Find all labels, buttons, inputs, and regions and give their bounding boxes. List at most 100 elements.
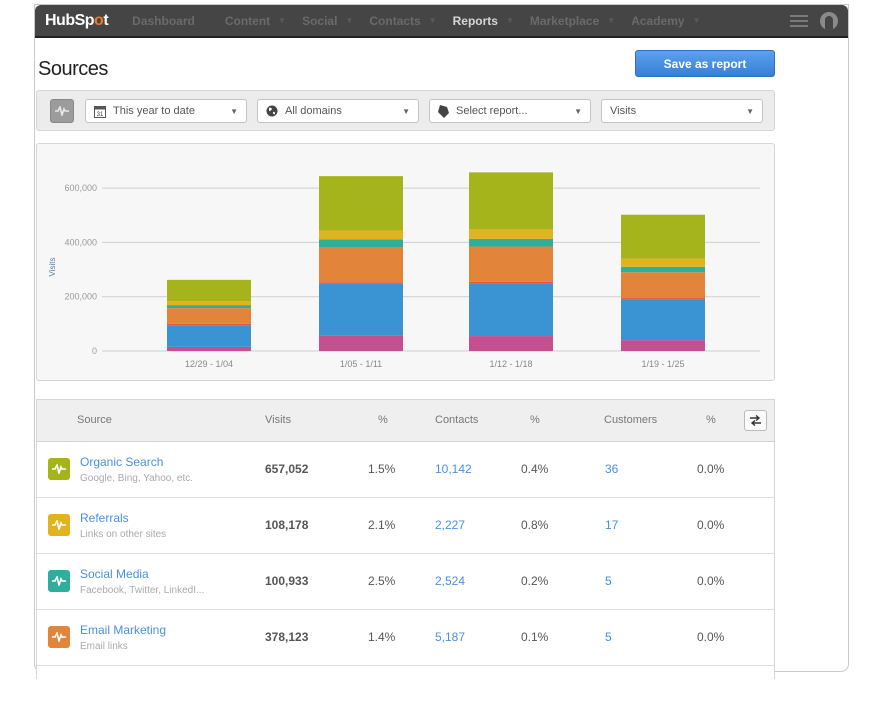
report-value: Select report... — [456, 105, 528, 117]
bar-segment-other — [319, 335, 403, 351]
svg-text:31: 31 — [97, 112, 104, 118]
table-row: Social Media Facebook, Twitter, LinkedI.… — [37, 554, 774, 610]
x-tick-label: 1/19 - 1/25 — [641, 359, 684, 369]
nav-item-label: Content — [224, 13, 271, 28]
cell-customers[interactable]: 5 — [605, 630, 612, 644]
nav-item-content[interactable]: Content ▼ — [225, 14, 292, 28]
header-source[interactable]: Source — [77, 414, 112, 426]
header-contacts[interactable]: Contacts — [435, 414, 478, 426]
hubspot-logo[interactable]: HubSpot — [45, 12, 109, 30]
swap-columns-button[interactable] — [744, 410, 767, 431]
cell-contacts[interactable]: 10,142 — [435, 462, 472, 476]
nav-item-reports[interactable]: Reports ▼ — [453, 14, 520, 28]
save-as-report-button[interactable]: Save as report — [635, 50, 775, 77]
header-customers[interactable]: Customers — [604, 414, 657, 426]
bar-segment-organic-search — [469, 172, 553, 230]
bar-segment-social-media — [319, 239, 403, 248]
chart-toggle-button[interactable] — [50, 99, 74, 123]
hamburger-icon[interactable] — [790, 14, 808, 27]
nav-item-label: Reports — [452, 13, 498, 28]
pulse-icon — [52, 464, 66, 474]
source-name-link[interactable]: Organic Search — [80, 455, 163, 469]
header-visits[interactable]: Visits — [265, 414, 291, 426]
bar-segment-social-media — [167, 305, 251, 309]
stacked-bar-chart: 0 200,000 400,000 600,000 Visits 12/29 - 1/04… — [36, 143, 775, 381]
cell-visits-pct: 2.1% — [368, 518, 396, 532]
bar-segment-email-marketing — [319, 247, 403, 283]
cell-visits: 100,933 — [265, 574, 309, 588]
metric-select[interactable]: Visits ▼ — [601, 99, 763, 123]
source-description: Links on other sites — [80, 529, 167, 540]
domains-value: All domains — [285, 105, 342, 117]
cell-contacts-pct: 0.4% — [521, 462, 549, 476]
cell-visits-pct: 1.5% — [368, 462, 396, 476]
bar-segment-email-marketing — [167, 308, 251, 324]
bar-segment-direct-traffic — [469, 283, 553, 337]
bar-segment-organic-search — [621, 214, 705, 259]
source-name-link[interactable]: Social Media — [80, 567, 149, 581]
chevron-down-icon: ▼ — [402, 106, 410, 116]
chevron-down-icon: ▼ — [692, 16, 701, 25]
cell-customers-pct: 0.0% — [697, 518, 725, 532]
bar-segment-paid-search — [319, 282, 403, 284]
bar-segment-referrals — [319, 230, 403, 240]
cell-contacts[interactable]: 2,524 — [435, 574, 465, 588]
source-description: Facebook, Twitter, LinkedI... — [80, 585, 205, 596]
bar-segment-email-marketing — [621, 272, 705, 299]
table-row: Organic Search Google, Bing, Yahoo, etc.… — [37, 442, 774, 498]
chevron-down-icon: ▼ — [607, 16, 616, 25]
source-description: Email links — [80, 641, 128, 652]
cell-customers-pct: 0.0% — [697, 574, 725, 588]
nav-item-dashboard[interactable]: Dashboard — [132, 14, 195, 28]
y-tick-label: 200,000 — [64, 292, 97, 302]
nav-item-academy[interactable]: Academy ▼ — [631, 14, 706, 28]
chevron-down-icon: ▼ — [574, 106, 582, 116]
pulse-icon — [55, 106, 69, 116]
source-description: Google, Bing, Yahoo, etc. — [80, 473, 194, 484]
bar-segment-paid-search — [469, 281, 553, 284]
avatar-icon[interactable] — [820, 11, 838, 30]
header-contacts-pct[interactable]: % — [530, 414, 540, 426]
cell-customers-pct: 0.0% — [697, 462, 725, 476]
header-customers-pct[interactable]: % — [706, 414, 716, 426]
nav-item-marketplace[interactable]: Marketplace ▼ — [530, 14, 621, 28]
cell-contacts-pct: 0.2% — [521, 574, 549, 588]
cell-customers[interactable]: 5 — [605, 574, 612, 588]
date-range-select[interactable]: 31 This year to date ▼ — [85, 99, 247, 123]
cell-visits-pct: 1.4% — [368, 630, 396, 644]
chevron-down-icon: ▼ — [505, 16, 514, 25]
cell-customers[interactable]: 36 — [605, 462, 618, 476]
cell-contacts-pct: 0.1% — [521, 630, 549, 644]
metric-value: Visits — [610, 105, 637, 117]
cell-visits: 657,052 — [265, 462, 309, 476]
chevron-down-icon: ▼ — [428, 16, 437, 25]
tag-icon — [438, 104, 449, 118]
pulse-icon — [52, 576, 66, 586]
calendar-icon: 31 — [94, 105, 106, 118]
y-tick-label: 400,000 — [64, 237, 97, 247]
cell-contacts[interactable]: 2,227 — [435, 518, 465, 532]
top-navigation: HubSpot Dashboard Content ▼ Social ▼ Contacts… — [35, 5, 848, 38]
nav-item-social[interactable]: Social ▼ — [302, 14, 359, 28]
header-visits-pct[interactable]: % — [378, 414, 388, 426]
swap-columns-icon — [750, 415, 761, 426]
chart-canvas: 0 200,000 400,000 600,000 Visits 12/29 - 1/04… — [48, 172, 760, 369]
source-name-link[interactable]: Referrals — [80, 511, 129, 525]
filter-bar: 31 This year to date ▼ All domains ▼ Sel… — [36, 90, 775, 131]
globe-icon — [266, 105, 278, 117]
bar-segment-referrals — [621, 258, 705, 267]
cell-customers[interactable]: 17 — [605, 518, 618, 532]
source-color-icon — [48, 570, 70, 592]
date-range-value: This year to date — [113, 105, 195, 117]
cell-customers-pct: 0.0% — [697, 630, 725, 644]
source-name-link[interactable]: Email Marketing — [80, 623, 166, 637]
source-color-icon — [48, 626, 70, 648]
nav-item-contacts[interactable]: Contacts ▼ — [369, 14, 442, 28]
source-color-icon — [48, 514, 70, 536]
bar-segment-other — [167, 346, 251, 351]
pulse-icon — [52, 632, 66, 642]
nav-item-label: Dashboard — [132, 13, 195, 28]
domains-select[interactable]: All domains ▼ — [257, 99, 419, 123]
cell-contacts[interactable]: 5,187 — [435, 630, 465, 644]
report-select[interactable]: Select report... ▼ — [429, 99, 591, 123]
